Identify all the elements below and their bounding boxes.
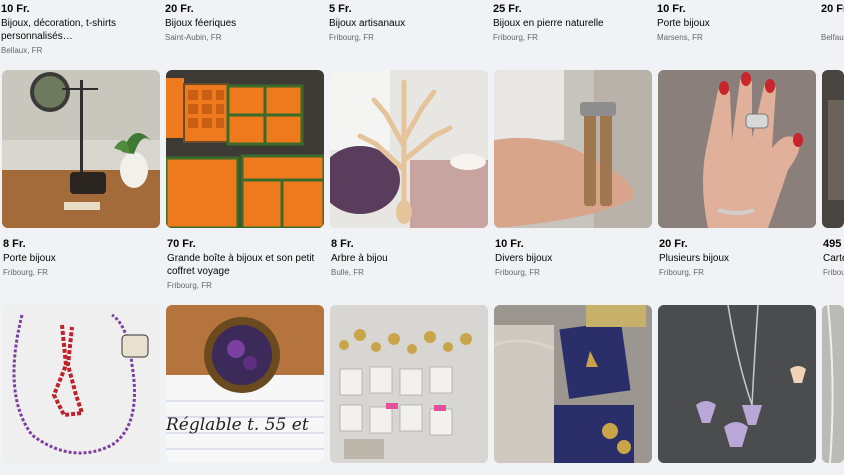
listing-photo[interactable] <box>330 305 488 463</box>
listing-title: Porte bijoux <box>3 253 56 264</box>
listing-location: Fribourg, FR <box>495 268 540 277</box>
listing-title: Arbre à bijou <box>331 253 388 264</box>
listing-price: 495 <box>823 238 842 250</box>
listing-photo[interactable] <box>166 70 324 228</box>
listing-location: Fribourg, FR <box>659 268 704 277</box>
listing-price: 5 Fr. <box>329 3 352 15</box>
listing-price: 10 Fr. <box>657 3 686 15</box>
listing-card[interactable]: 495 Carte Fribou <box>822 70 844 285</box>
listing-card[interactable]: 20 Fr. Belfau <box>820 0 844 60</box>
listing-photo[interactable] <box>658 70 816 228</box>
listing-title: Grande boîte à bijoux et son petit coffr… <box>167 253 315 277</box>
listing-price: 10 Fr. <box>1 3 30 15</box>
listing-photo[interactable] <box>2 305 160 463</box>
listing-photo[interactable] <box>2 70 160 228</box>
listing-photo[interactable]: Réglable t. 55 et <box>166 305 324 463</box>
listing-photo[interactable] <box>822 305 844 463</box>
listing-photo[interactable] <box>494 305 652 463</box>
listing-photo[interactable] <box>330 70 488 228</box>
listing-price: 20 Fr. <box>165 3 194 15</box>
listing-title: Bijoux en pierre naturelle <box>493 18 604 29</box>
listing-location: Fribourg, FR <box>493 33 538 42</box>
listing-location: Marsens, FR <box>657 33 703 42</box>
listing-location: Saint-Aubin, FR <box>165 33 222 42</box>
listing-title: Porte bijoux <box>657 18 710 29</box>
listing-photo[interactable] <box>658 305 816 463</box>
listing-price: 70 Fr. <box>167 238 196 250</box>
listing-price: 8 Fr. <box>3 238 26 250</box>
listing-card[interactable] <box>822 305 844 463</box>
note-text: Réglable t. 55 et <box>166 415 309 435</box>
listing-title: Bijoux, décoration, t-shirts personnalis… <box>1 18 117 42</box>
listing-title: Plusieurs bijoux <box>659 253 730 264</box>
listing-photo[interactable] <box>822 70 844 228</box>
listing-location: Bulle, FR <box>331 268 364 277</box>
marketplace-listing-grid: 10 Fr. Bijoux, décoration, t-shirts pers… <box>0 0 844 475</box>
listing-title: Divers bijoux <box>495 253 553 264</box>
listing-price: 20 Fr. <box>659 238 688 250</box>
listing-location: Fribourg, FR <box>329 33 374 42</box>
listing-price: 25 Fr. <box>493 3 522 15</box>
listing-location: Fribou <box>823 268 844 277</box>
listing-location: Bellaux, FR <box>1 46 43 55</box>
listing-location: Fribourg, FR <box>167 281 212 290</box>
listing-title: Bijoux artisanaux <box>329 18 406 29</box>
listing-title: Bijoux féeriques <box>165 18 237 29</box>
listing-price: 20 Fr. <box>821 3 844 15</box>
listing-price: 10 Fr. <box>495 238 524 250</box>
listing-location: Belfau <box>821 33 844 42</box>
listing-price: 8 Fr. <box>331 238 354 250</box>
listing-location: Fribourg, FR <box>3 268 48 277</box>
listing-photo[interactable] <box>494 70 652 228</box>
listing-title: Carte <box>823 253 844 264</box>
